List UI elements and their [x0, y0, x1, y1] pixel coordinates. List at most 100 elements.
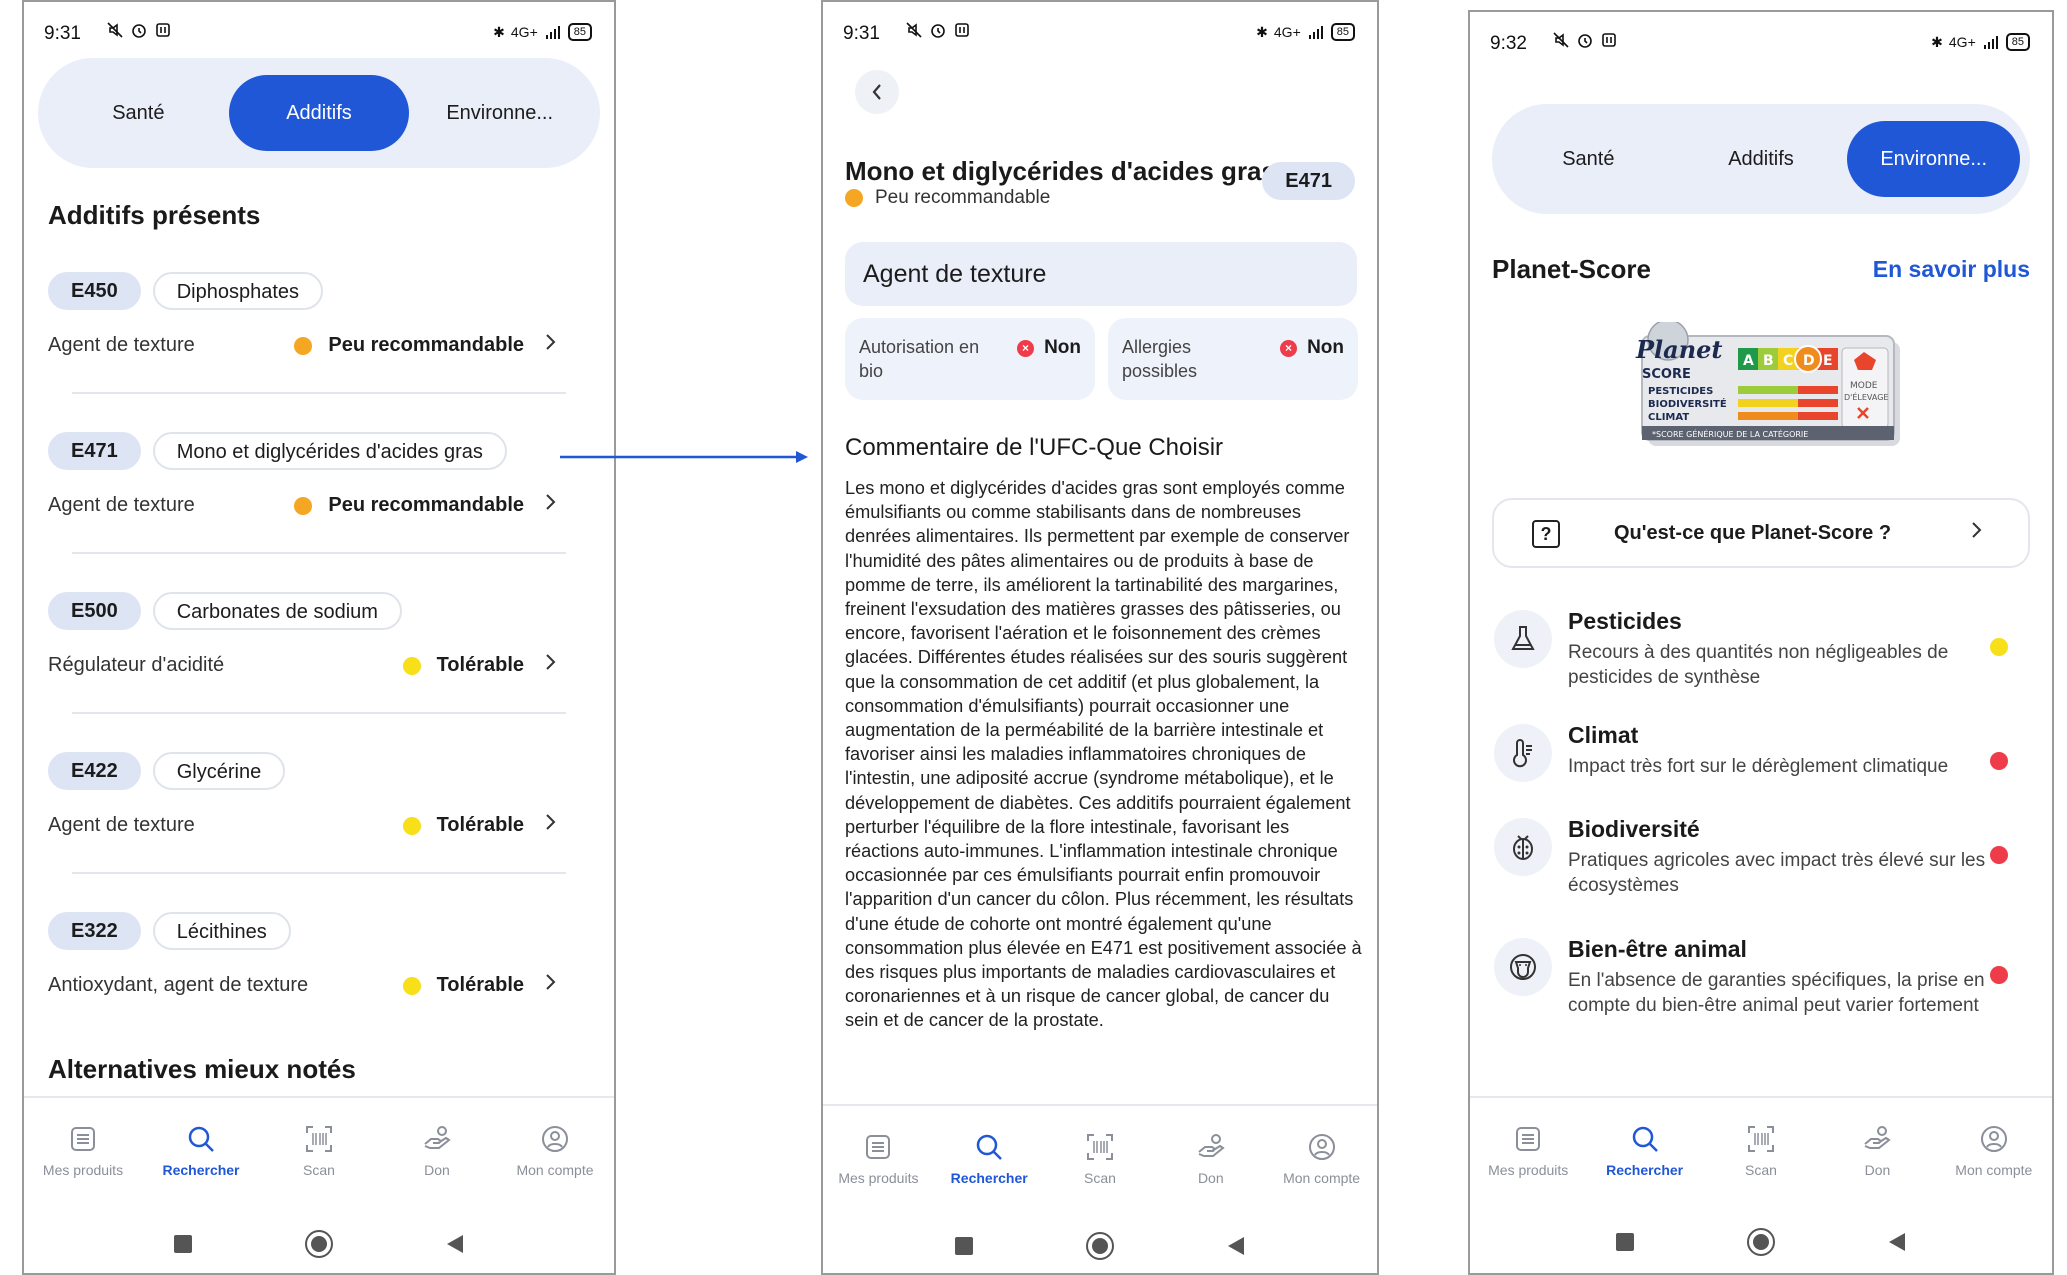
additive-row[interactable]: E322 Lécithines Antioxydant, agent de te…	[48, 912, 584, 1072]
nav-rechercher[interactable]: Rechercher	[934, 1106, 1045, 1214]
tab-additifs[interactable]: Additifs	[228, 75, 410, 151]
screen-environnement: 9:32 ✱ 4G+ 85 Santé Additifs Environne..…	[1468, 10, 2054, 1275]
home-button[interactable]	[1746, 1227, 1776, 1257]
bottom-nav: Mes produits Rechercher Scan Don Mon com…	[823, 1104, 1377, 1214]
additive-code: E450	[48, 272, 141, 310]
home-button[interactable]	[1085, 1231, 1115, 1261]
logo-brand: Planet	[1635, 335, 1723, 364]
screen-additifs: 9:31 ✱ 4G+ 85 Santé Additifs Environne..…	[22, 0, 616, 1275]
arrow-right-connector	[560, 451, 808, 463]
nav-label: Mes produits	[1488, 1162, 1569, 1178]
recents-button[interactable]	[172, 1233, 194, 1255]
nav-mes-produits[interactable]: Mes produits	[823, 1106, 934, 1214]
criterion-dot	[1990, 846, 2008, 864]
nav-label: Rechercher	[1606, 1162, 1684, 1178]
cow-icon	[1494, 938, 1552, 996]
status-bar: 9:32 ✱ 4G+ 85	[1470, 12, 2052, 76]
section-title: Planet-Score	[1492, 254, 1651, 284]
status-system-icons: ✱ 4G+ 85	[1931, 33, 2030, 51]
back-nav-button[interactable]	[1225, 1235, 1247, 1257]
nav-label: Don	[1864, 1162, 1891, 1178]
logo-letter: E	[1823, 353, 1833, 369]
tab-additifs[interactable]: Additifs	[1675, 121, 1848, 197]
additive-function: Agent de texture	[48, 494, 195, 516]
logo-footer: *SCORE GÉNÉRIQUE DE LA CATÉGORIE	[1652, 428, 1808, 439]
tab-environnement[interactable]: Environne...	[1847, 121, 2021, 197]
additive-code: E471	[48, 432, 141, 470]
status-time: 9:32	[1490, 33, 1527, 54]
nav-label: Mon compte	[1955, 1162, 2033, 1178]
nav-mes-produits[interactable]: Mes produits	[24, 1098, 142, 1206]
system-nav-bar	[24, 1214, 614, 1273]
nav-mon-compte[interactable]: Mon compte	[496, 1098, 614, 1206]
additive-row[interactable]: E422 Glycérine Agent de texture Tolérabl…	[48, 752, 584, 912]
criterion-title: Climat	[1568, 722, 1639, 748]
logo-row: PESTICIDES	[1648, 386, 1713, 397]
additive-name: Glycérine	[152, 752, 286, 790]
back-nav-button[interactable]	[444, 1233, 466, 1255]
additive-row[interactable]: E471 Mono et diglycérides d'acides gras …	[48, 432, 584, 592]
allergy-value: Non	[1307, 337, 1344, 358]
category-tabs: Santé Additifs Environne...	[1492, 104, 2030, 214]
home-button[interactable]	[304, 1229, 334, 1259]
barcode-scan-icon	[1748, 1126, 1775, 1152]
mute-icon	[906, 22, 922, 38]
tab-sante[interactable]: Santé	[1502, 121, 1675, 197]
nav-don[interactable]: Don	[378, 1098, 496, 1206]
nfc-icon	[1602, 33, 1616, 47]
nav-scan[interactable]: Scan	[260, 1098, 378, 1206]
network-label: 4G+	[1948, 34, 1976, 50]
network-label: 4G+	[1273, 24, 1301, 40]
info-label: Qu'est-ce que Planet-Score ?	[1614, 522, 1892, 544]
ladybug-icon	[1494, 818, 1552, 876]
back-button[interactable]	[855, 70, 899, 114]
tab-environnement[interactable]: Environne...	[409, 75, 590, 151]
alarm-icon	[931, 24, 945, 38]
allergy-card: Allergies possibles × Non	[1108, 318, 1358, 400]
recents-button[interactable]	[953, 1235, 975, 1257]
nav-mon-compte[interactable]: Mon compte	[1266, 1106, 1377, 1214]
criterion-row: Biodiversité Pratiques agricoles avec im…	[1492, 816, 2030, 906]
logo-brand2: SCORE	[1642, 367, 1691, 382]
additive-name: Carbonates de sodium	[152, 592, 402, 630]
nav-scan[interactable]: Scan	[1045, 1106, 1156, 1214]
status-system-icons: ✱ 4G+ 85	[493, 23, 592, 41]
nav-mes-produits[interactable]: Mes produits	[1470, 1098, 1586, 1206]
bluetooth-icon: ✱	[1931, 33, 1943, 50]
additive-rating: Peu recommandable	[845, 187, 1050, 209]
nav-label: Mon compte	[1283, 1170, 1361, 1186]
back-nav-button[interactable]	[1886, 1231, 1908, 1253]
signal-icon	[545, 26, 560, 39]
signal-icon	[1983, 36, 1998, 49]
additive-row[interactable]: E450 Diphosphates Agent de texture Peu r…	[48, 272, 584, 432]
status-bar: 9:31 ✱ 4G+ 85	[24, 2, 614, 66]
learn-more-link[interactable]: En savoir plus	[1873, 256, 2030, 283]
rating-label: Peu recommandable	[328, 334, 524, 356]
battery-icon: 85	[567, 23, 592, 41]
rating-dot	[294, 336, 313, 355]
additive-row[interactable]: E500 Carbonates de sodium Régulateur d'a…	[48, 592, 584, 752]
recents-button[interactable]	[1614, 1231, 1636, 1253]
nav-don[interactable]: Don	[1155, 1106, 1266, 1214]
nav-don[interactable]: Don	[1819, 1098, 1935, 1206]
network-label: 4G+	[510, 24, 538, 40]
additive-function: Antioxydant, agent de texture	[48, 974, 309, 996]
category-tabs: Santé Additifs Environne...	[38, 58, 600, 168]
bio-label: Autorisation en bio	[859, 337, 980, 381]
tab-sante[interactable]: Santé	[48, 75, 229, 151]
status-bar: 9:31 ✱ 4G+ 85	[823, 2, 1377, 66]
status-notification-icons	[905, 21, 971, 39]
planet-score-info-button[interactable]: ? Qu'est-ce que Planet-Score ?	[1492, 498, 2030, 568]
barcode-scan-icon	[306, 1126, 332, 1152]
account-icon	[1308, 1134, 1335, 1160]
chevron-right-icon	[546, 494, 556, 510]
criterion-desc: Recours à des quantités non négligeables…	[1568, 642, 1949, 688]
nav-scan[interactable]: Scan	[1703, 1098, 1819, 1206]
criterion-desc: En l'absence de garanties spécifiques, l…	[1568, 970, 1985, 1016]
list-icon	[866, 1135, 891, 1159]
nav-mon-compte[interactable]: Mon compte	[1936, 1098, 2052, 1206]
nav-label: Mes produits	[838, 1170, 919, 1186]
nav-rechercher[interactable]: Rechercher	[1586, 1098, 1702, 1206]
nav-rechercher[interactable]: Rechercher	[142, 1098, 260, 1206]
rating-label: Tolérable	[436, 814, 524, 836]
